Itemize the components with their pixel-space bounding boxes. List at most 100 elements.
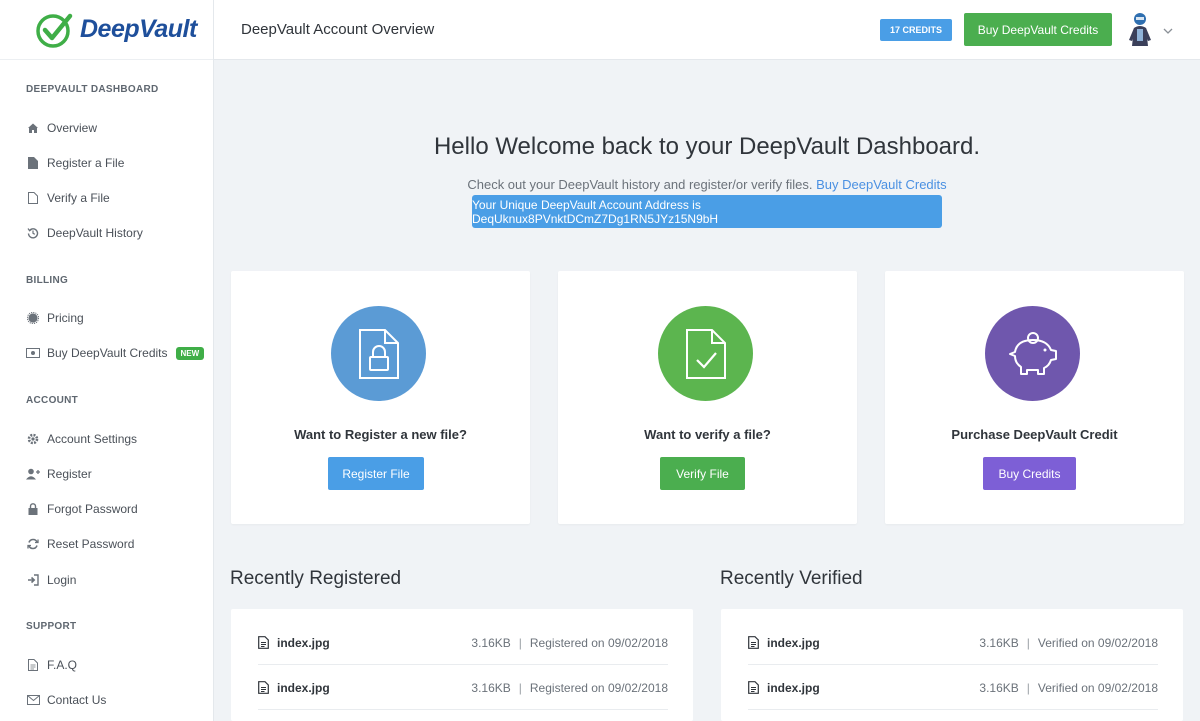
buy-credits-button[interactable]: Buy Credits [983, 457, 1076, 490]
sidebar-item-label: Verify a File [47, 191, 110, 205]
buy-credits-header-button[interactable]: Buy DeepVault Credits [964, 13, 1112, 46]
history-icon [26, 226, 40, 240]
welcome-subtitle: Check out your DeepVault history and reg… [214, 177, 1200, 192]
list-item[interactable]: index.jpg 3.16KB | Registered on 09/02/201… [258, 666, 668, 710]
sidebar-item-label: Buy DeepVault Credits [47, 346, 168, 360]
certificate-icon [26, 311, 40, 325]
recently-verified-heading: Recently Verified [720, 568, 863, 589]
file-size: 3.16KB [471, 635, 511, 650]
file-check-icon [685, 328, 726, 379]
sidebar-item-contact[interactable]: Contact Us [26, 691, 106, 709]
purchase-card: Purchase DeepVault Credit Buy Credits [885, 271, 1184, 524]
sidebar-item-reset-password[interactable]: Reset Password [26, 535, 134, 553]
envelope-icon [26, 693, 40, 707]
separator: | [518, 680, 522, 695]
home-icon [26, 121, 40, 135]
sidebar-item-label: Contact Us [47, 693, 107, 707]
file-outline-icon [26, 191, 40, 205]
sidebar-item-overview[interactable]: Overview [26, 119, 97, 137]
user-plus-icon [26, 467, 40, 481]
file-meta: 3.16KB | Registered on 09/02/2018 [471, 636, 668, 650]
sidebar-item-account-settings[interactable]: Account Settings [26, 430, 137, 448]
sidebar-item-label: Reset Password [47, 537, 135, 551]
new-badge: NEW [175, 346, 205, 360]
sidebar-item-history[interactable]: DeepVault History [26, 224, 143, 242]
register-circle [331, 306, 426, 401]
file-status: Registered on 09/02/2018 [529, 635, 668, 650]
sidebar-item-forgot-password[interactable]: Forgot Password [26, 500, 138, 518]
buy-credits-link[interactable]: Buy DeepVault Credits [816, 177, 947, 192]
file-text-icon [258, 636, 269, 649]
file-name: index.jpg [277, 635, 330, 650]
separator: | [1026, 635, 1030, 650]
verify-card-title: Want to verify a file? [644, 427, 771, 442]
file-text-icon [748, 636, 759, 649]
sidebar-item-verify-file[interactable]: Verify a File [26, 189, 110, 207]
top-header: DeepVault Account Overview 17 CREDITS Bu… [214, 0, 1200, 60]
file-meta: 3.16KB | Verified on 09/02/2018 [979, 636, 1158, 650]
list-item[interactable]: index.jpg 3.16KB | Registered on 09/02/201… [258, 621, 668, 665]
list-item[interactable]: index.jpg 3.16KB | Verified on 09/02/2018 [748, 621, 1158, 665]
register-card: Want to Register a new file? Register Fi… [231, 271, 530, 524]
separator: | [518, 635, 522, 650]
file-status: Registered on 09/02/2018 [529, 680, 668, 695]
file-lock-icon [358, 328, 399, 379]
sidebar-item-buy-credits[interactable]: Buy DeepVault Credits NEW [26, 344, 205, 362]
lock-icon [26, 502, 40, 516]
sidebar-item-label: Register [47, 467, 92, 481]
verify-card: Want to verify a file? Verify File [558, 271, 857, 524]
account-address-bar[interactable]: Your Unique DeepVault Account Address is… [472, 195, 942, 228]
file-status: Verified on 09/02/2018 [1037, 635, 1158, 650]
sidebar-item-label: Login [47, 573, 77, 587]
refresh-icon [26, 537, 40, 551]
sidebar-item-label: Account Settings [47, 432, 138, 446]
sidebar-item-label: F.A.Q [47, 658, 78, 672]
sidebar-item-login[interactable]: Login [26, 571, 76, 589]
recently-verified-panel: index.jpg 3.16KB | Verified on 09/02/2018 … [721, 609, 1183, 721]
sidebar-item-register[interactable]: Register [26, 465, 92, 483]
verify-file-button[interactable]: Verify File [660, 457, 745, 490]
file-status: Verified on 09/02/2018 [1037, 680, 1158, 695]
sidebar-item-label: DeepVault History [47, 226, 143, 240]
register-card-title: Want to Register a new file? [294, 427, 467, 442]
file-meta: 3.16KB | Verified on 09/02/2018 [979, 681, 1158, 695]
file-filled-icon [26, 156, 40, 170]
gear-icon [26, 432, 40, 446]
file-size: 3.16KB [471, 680, 511, 695]
register-file-button[interactable]: Register File [328, 457, 424, 490]
sidebar-item-pricing[interactable]: Pricing [26, 309, 84, 327]
welcome-subtitle-text: Check out your DeepVault history and reg… [467, 177, 813, 192]
file-name: index.jpg [277, 680, 330, 695]
sidebar-item-faq[interactable]: F.A.Q [26, 656, 77, 674]
sidebar-item-label: Register a File [47, 156, 125, 170]
avatar[interactable] [1126, 12, 1154, 46]
section-billing-label: BILLING [26, 275, 69, 286]
recently-registered-heading: Recently Registered [230, 568, 402, 589]
recently-registered-panel: index.jpg 3.16KB | Registered on 09/02/201… [231, 609, 693, 721]
file-size: 3.16KB [979, 680, 1019, 695]
section-support-label: SUPPORT [26, 621, 77, 632]
sign-in-icon [26, 573, 40, 587]
logo[interactable]: DeepVault [0, 0, 213, 60]
sidebar-item-label: Forgot Password [47, 502, 138, 516]
check-shield-logo-icon [36, 13, 73, 48]
separator: | [1026, 680, 1030, 695]
brand-name: DeepVault [80, 15, 197, 43]
section-account-label: ACCOUNT [26, 395, 79, 406]
sidebar-item-label: Pricing [47, 311, 84, 325]
money-icon [26, 346, 40, 360]
page-title: DeepVault Account Overview [241, 21, 435, 38]
welcome-heading: Hello Welcome back to your DeepVault Das… [433, 133, 981, 160]
section-dashboard-label: DEEPVAULT DASHBOARD [26, 84, 159, 95]
sidebar: DeepVault DEEPVAULT DASHBOARD Overview R… [0, 0, 214, 721]
sidebar-item-label: Overview [47, 121, 98, 135]
file-meta: 3.16KB | Registered on 09/02/2018 [471, 681, 668, 695]
file-name: index.jpg [767, 680, 820, 695]
credits-badge: 17 CREDITS [880, 19, 952, 41]
document-icon [26, 658, 40, 672]
file-size: 3.16KB [979, 635, 1019, 650]
chevron-down-icon[interactable] [1161, 24, 1175, 38]
file-name: index.jpg [767, 635, 820, 650]
sidebar-item-register-file[interactable]: Register a File [26, 154, 124, 172]
list-item[interactable]: index.jpg 3.16KB | Verified on 09/02/2018 [748, 666, 1158, 710]
